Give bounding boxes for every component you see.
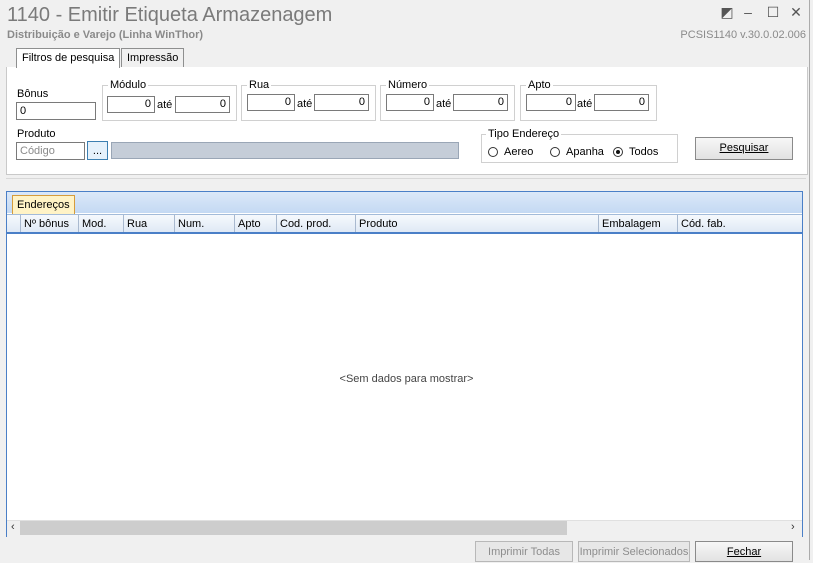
print-selected-button[interactable]: Imprimir Selecionados [578,541,690,562]
column-header-cod-prod[interactable]: Cod. prod. [276,215,355,232]
close-button[interactable]: Fechar [695,541,793,562]
modulo-label: Módulo [108,79,149,91]
grid-tabstrip [7,192,802,213]
tab-filtros-de-pesquisa[interactable]: Filtros de pesquisa [16,48,121,68]
column-header-cod-fab[interactable]: Cód. fab. [677,215,802,232]
rua-label: Rua [247,79,272,91]
modulo-to-input[interactable]: 0 [175,96,230,113]
numero-from-input[interactable]: 0 [386,94,434,111]
window-subtitle: Distribuição e Varejo (Linha WinThor) [7,29,204,41]
apto-to-input[interactable]: 0 [594,94,649,111]
radio-aereo-label: Aereo [504,146,534,158]
window-title: 1140 - Emitir Etiqueta Armazenagem [7,4,333,26]
numero-to-input[interactable]: 0 [453,94,508,111]
maximize-icon[interactable]: ☐ [765,4,781,21]
scrollbar-thumb[interactable] [20,521,567,535]
scroll-left-icon[interactable]: ‹ [11,521,15,533]
modulo-ate-label: até [157,99,173,111]
scroll-right-icon[interactable]: › [791,521,795,533]
produto-codigo-input[interactable]: Código [16,142,85,160]
column-header-rua[interactable]: Rua [123,215,174,232]
pesquisar-button[interactable]: Pesquisar [695,137,793,160]
column-header-embalagem[interactable]: Embalagem [598,215,677,232]
apto-ate-label: até [577,98,593,110]
column-header-produto[interactable]: Produto [355,215,598,232]
print-all-button[interactable]: Imprimir Todas [475,541,573,562]
tab-impressao[interactable]: Impressão [121,48,185,67]
bonus-label: Bônus [17,88,49,100]
apto-from-input[interactable]: 0 [526,94,576,111]
produto-label: Produto [17,128,56,140]
numero-ate-label: até [436,98,452,110]
numero-label: Número [386,79,430,91]
apto-label: Apto [526,79,553,91]
restore-icon[interactable]: ◩ [719,4,735,21]
addresses-grid [6,191,803,537]
rua-from-input[interactable]: 0 [247,94,295,111]
radio-todos-label: Todos [629,146,659,158]
empty-message: <Sem dados para mostrar> [339,373,474,385]
radio-todos[interactable] [613,147,623,157]
radio-apanha-label: Apanha [566,146,604,158]
version-label: PCSIS1140 v.30.0.02.006 [680,29,806,41]
produto-lookup-button[interactable]: ... [87,141,108,160]
modulo-from-input[interactable]: 0 [107,96,155,113]
produto-description-field [111,142,459,159]
rua-to-input[interactable]: 0 [314,94,369,111]
tab-enderecos[interactable]: Endereços [12,195,75,214]
rua-ate-label: até [297,98,313,110]
bonus-input[interactable]: 0 [16,102,96,120]
tipo-endereco-label: Tipo Endereço [486,128,562,140]
column-header-apto[interactable]: Apto [234,215,276,232]
minimize-icon[interactable]: – [740,4,756,20]
window-border [809,0,810,560]
column-header-num[interactable]: Num. [174,215,234,232]
radio-apanha[interactable] [550,147,560,157]
radio-aereo[interactable] [488,147,498,157]
column-header-bonus[interactable]: Nº bônus [20,215,78,232]
grid-header: Nº bônus Mod. Rua Num. Apto Cod. prod. P… [7,214,802,234]
column-header-mod[interactable]: Mod. [78,215,123,232]
section-separator [6,178,806,179]
close-icon[interactable]: ✕ [788,4,804,21]
